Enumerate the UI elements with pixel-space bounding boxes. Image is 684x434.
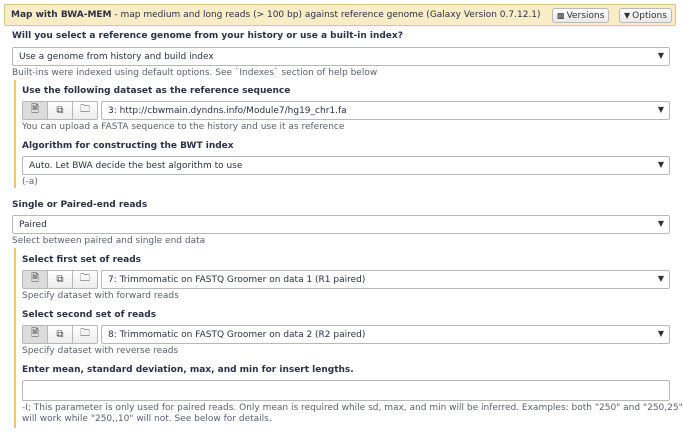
folder-icon: 🗀 [80,328,90,339]
reads-type-value: Paired [19,220,47,230]
second-reads-label: Select second set of reads [22,310,157,320]
first-reads-select[interactable]: 7: Trimmomatic on FASTQ Groomer on data … [101,270,670,289]
dataset-collection-button[interactable]: 🗀 [72,270,98,289]
reference-source-value: Use a genome from history and build inde… [19,52,214,62]
single-dataset-button[interactable]: 🗎 [22,325,48,344]
options-button[interactable]: ▼ Options [619,8,672,23]
insert-lengths-help-line-1: -I; This parameter is only used for pair… [22,403,683,413]
files-icon: ⧉ [56,329,64,340]
single-dataset-button[interactable]: 🗎 [22,101,48,120]
bwt-algorithm-value: Auto. Let BWA decide the best algorithm … [29,161,243,171]
caret-down-icon: ▼ [657,105,664,114]
tool-name: Map with BWA-MEM [11,10,112,20]
insert-lengths-help-line-2: will work while "250,,10" will not. See … [22,414,272,424]
reference-source-help: Built-ins were indexed using default opt… [12,68,378,78]
reference-dataset-label: Use the following dataset as the referen… [22,86,291,96]
caret-down-icon: ▼ [624,11,631,20]
versions-button-label: Versions [566,11,605,21]
reference-source-select[interactable]: Use a genome from history and build inde… [12,47,670,66]
options-button-label: Options [632,11,667,21]
reference-dataset-value: 3: http://cbwmain.dyndns.info/Module7/hg… [108,106,347,116]
first-reads-mode-group: 🗎 ⧉ 🗀 [22,270,98,289]
second-reads-help: Specify dataset with reverse reads [22,346,179,356]
files-icon: ⧉ [56,105,64,116]
folder-icon: 🗀 [80,104,90,115]
second-reads-value: 8: Trimmomatic on FASTQ Groomer on data … [108,330,366,340]
file-icon: 🗎 [30,273,40,284]
insert-lengths-label: Enter mean, standard deviation, max, and… [22,365,354,375]
folder-icon: 🗀 [80,273,90,284]
multiple-datasets-button[interactable]: ⧉ [47,270,73,289]
insert-lengths-input[interactable] [22,380,670,401]
tool-header: Map with BWA-MEM - map medium and long r… [4,4,676,26]
file-icon: 🗎 [30,328,40,339]
first-reads-label: Select first set of reads [22,255,141,265]
bwt-algorithm-select[interactable]: Auto. Let BWA decide the best algorithm … [22,156,670,175]
reads-type-select[interactable]: Paired ▼ [12,215,670,234]
reference-source-label: Will you select a reference genome from … [12,31,403,41]
reads-type-help: Select between paired and single end dat… [12,236,206,246]
caret-down-icon: ▼ [657,219,664,228]
tool-title: Map with BWA-MEM - map medium and long r… [11,10,541,20]
files-icon: ⧉ [56,274,64,285]
first-reads-help: Specify dataset with forward reads [22,291,179,301]
dataset-collection-button[interactable]: 🗀 [72,325,98,344]
reference-dataset-help: You can upload a FASTA sequence to the h… [22,122,345,132]
multiple-datasets-button[interactable]: ⧉ [47,101,73,120]
bwt-algorithm-label: Algorithm for constructing the BWT index [22,141,234,151]
second-reads-mode-group: 🗎 ⧉ 🗀 [22,325,98,344]
caret-down-icon: ▼ [657,274,664,283]
single-dataset-button[interactable]: 🗎 [22,270,48,289]
tool-description: - map medium and long reads (> 100 bp) a… [111,10,541,20]
first-reads-value: 7: Trimmomatic on FASTQ Groomer on data … [108,275,366,285]
caret-down-icon: ▼ [657,160,664,169]
reference-dataset-mode-group: 🗎 ⧉ 🗀 [22,101,98,120]
file-icon: 🗎 [30,104,40,115]
reference-section-bar [14,80,16,188]
dataset-collection-button[interactable]: 🗀 [72,101,98,120]
reads-type-label: Single or Paired-end reads [12,200,148,210]
reference-dataset-select[interactable]: 3: http://cbwmain.dyndns.info/Module7/hg… [101,101,670,120]
multiple-datasets-button[interactable]: ⧉ [47,325,73,344]
reads-section-bar [14,248,16,428]
bwt-algorithm-help: (-a) [22,177,38,187]
second-reads-select[interactable]: 8: Trimmomatic on FASTQ Groomer on data … [101,325,670,344]
caret-down-icon: ▼ [657,329,664,338]
cubes-icon: ▩ [557,11,565,20]
caret-down-icon: ▼ [657,51,664,60]
versions-button[interactable]: ▩ Versions [552,8,610,23]
